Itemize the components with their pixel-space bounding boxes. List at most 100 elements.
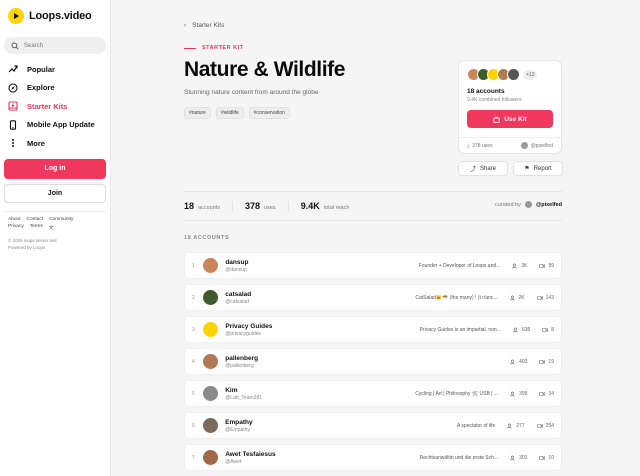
table-row[interactable]: 1 dansup @dansup Founder + Developer of Loo… (184, 252, 562, 279)
footer-link-terms[interactable]: Terms (30, 224, 43, 231)
account-name[interactable]: catsalad (225, 291, 337, 298)
kicker: STARTER KIT (184, 45, 243, 51)
tag-wildlife[interactable]: #wildlife (215, 107, 244, 119)
stat-accounts-value: 18 (184, 201, 195, 211)
tag-list: #nature #wildlife #conservation (184, 107, 290, 119)
kit-uses-text: 378 uses (472, 142, 493, 149)
sidebar-nav: Popular Explore Starter Kits Mobile App … (4, 60, 106, 153)
table-row[interactable]: 2 catsalad @catsalad CatSalad🐱🥗 (the many) … (184, 284, 562, 311)
table-row[interactable]: 6 Empathy @Empathy A spectator of life 277 25… (184, 412, 562, 439)
follower-count: 303 (510, 455, 527, 461)
kit-card-footer: ⤓ 378 uses @pixelfed (459, 137, 561, 153)
account-name[interactable]: Privacy Guides (225, 323, 339, 330)
stat-accounts: 18 accounts (184, 201, 234, 211)
sidebar-item-mobile-app[interactable]: Mobile App Update (4, 116, 106, 135)
kit-account-count: 18 accounts (467, 88, 505, 95)
users-icon (510, 455, 515, 461)
tag-nature[interactable]: #nature (184, 107, 211, 119)
sidebar-item-more[interactable]: More (4, 134, 106, 153)
accounts-list: 1 dansup @dansup Founder + Developer of Loo… (184, 252, 562, 476)
account-handle: @Awet (225, 458, 242, 465)
sidebar-item-label: Mobile App Update (27, 120, 95, 130)
account-name[interactable]: dansup (225, 259, 338, 266)
flag-icon: ⚑ (524, 166, 530, 172)
account-identity: Awet Tesfaiesus @Awet (225, 451, 337, 465)
table-row[interactable]: 4 pallenberg @pallenberg 403 19 (184, 348, 562, 375)
video-icon (539, 359, 546, 364)
search-input[interactable]: Search (4, 37, 106, 54)
loops-logo-icon (8, 8, 24, 24)
video-count-text: 8 (551, 326, 554, 333)
account-name[interactable]: Kim (225, 387, 337, 394)
table-row[interactable]: 5 Kim @Lab_Team281 Cycling | Art | Philosop… (184, 380, 562, 407)
table-row[interactable]: 3 Privacy Guides @privacyguides Privacy Gui… (184, 316, 562, 343)
kit-uses: ⤓ 378 uses (467, 143, 493, 149)
follower-count-text: 399 (519, 390, 528, 397)
video-count: 254 (536, 423, 554, 429)
account-identity: Empathy @Empathy (225, 419, 336, 433)
sidebar-item-label: More (27, 138, 45, 148)
join-button[interactable]: Join (4, 183, 106, 203)
back-link[interactable]: ‹ Starter Kits (184, 22, 224, 29)
account-identity: catsalad @catsalad (225, 291, 337, 305)
row-number: 4 (192, 358, 195, 365)
footer-link-about[interactable]: About (8, 217, 21, 222)
account-identity: dansup @dansup (225, 259, 338, 273)
stat-reach-value: 9.4K (300, 201, 320, 211)
use-kit-label: Use Kit (504, 115, 527, 123)
sidebar-item-popular[interactable]: Popular (4, 60, 106, 79)
action-row: ⤴ Share ⚑ Report (458, 161, 563, 176)
footer-link-community[interactable]: Community (49, 217, 73, 222)
sidebar-item-label: Popular (27, 64, 55, 74)
copyright: © 2026 loops.server.test (8, 237, 57, 243)
sidebar-item-starter-kits[interactable]: Starter Kits (4, 97, 106, 116)
video-count: 89 (539, 263, 554, 269)
share-button[interactable]: ⤴ Share (458, 161, 508, 176)
table-row[interactable]: 7 Awet Tesfaiesus @Awet Rechtsanwältin und … (184, 444, 562, 471)
sidebar-item-explore[interactable]: Explore (4, 79, 106, 98)
use-kit-button[interactable]: Use Kit (467, 110, 553, 128)
kit-curator[interactable]: @pixelfed (520, 142, 553, 149)
account-identity: Privacy Guides @privacyguides (225, 323, 339, 337)
language-icon[interactable]: 文 (49, 224, 54, 231)
video-count: 34 (539, 391, 554, 397)
tag-conservation[interactable]: #conservation (248, 107, 290, 119)
login-button[interactable]: Log in (4, 158, 106, 179)
back-label: Starter Kits (192, 22, 225, 29)
more-avatars-count: +13 (523, 69, 538, 80)
avatar (203, 258, 219, 273)
avatar (203, 354, 219, 369)
account-handle: @privacyguides (225, 330, 262, 337)
video-count: 8 (542, 327, 554, 333)
account-identity: pallenberg @pallenberg (225, 355, 337, 369)
report-button[interactable]: ⚑ Report (513, 161, 563, 176)
logo[interactable]: Loops.video (4, 6, 106, 26)
footer-link-contact[interactable]: Contact (27, 217, 44, 222)
footer-link-privacy[interactable]: Privacy (8, 224, 24, 231)
trending-icon (8, 65, 18, 73)
stat-reach-label: total reach (323, 205, 350, 211)
video-icon (539, 455, 546, 460)
curated-handle: @pixelfed (535, 201, 562, 208)
curated-by[interactable]: curated by @pixelfed (495, 201, 562, 208)
account-name[interactable]: Awet Tesfaiesus (225, 451, 337, 458)
sidebar: Loops.video Search Popular Explore Start… (0, 0, 111, 476)
follower-count-text: 3K (521, 262, 528, 269)
page-title: Nature & Wildlife (184, 58, 346, 81)
avatar (203, 450, 219, 465)
main-content: ‹ Starter Kits STARTER KIT Nature & Wild… (112, 0, 640, 476)
avatar (203, 386, 219, 401)
row-number: 5 (192, 390, 195, 397)
row-number: 2 (192, 294, 195, 301)
avatar-stack: +13 (467, 68, 553, 81)
follower-count: 638 (513, 327, 530, 333)
account-name[interactable]: Empathy (225, 419, 336, 426)
avatar (507, 68, 520, 81)
video-count: 19 (539, 359, 554, 365)
stat-uses-label: uses (264, 205, 276, 211)
follower-count: 403 (510, 359, 527, 365)
video-count-text: 10 (548, 454, 554, 461)
account-bio: Cycling | Art | Philosophy 🛠 USB | ... (415, 390, 499, 397)
account-name[interactable]: pallenberg (225, 355, 337, 362)
follower-count-text: 277 (516, 422, 525, 429)
